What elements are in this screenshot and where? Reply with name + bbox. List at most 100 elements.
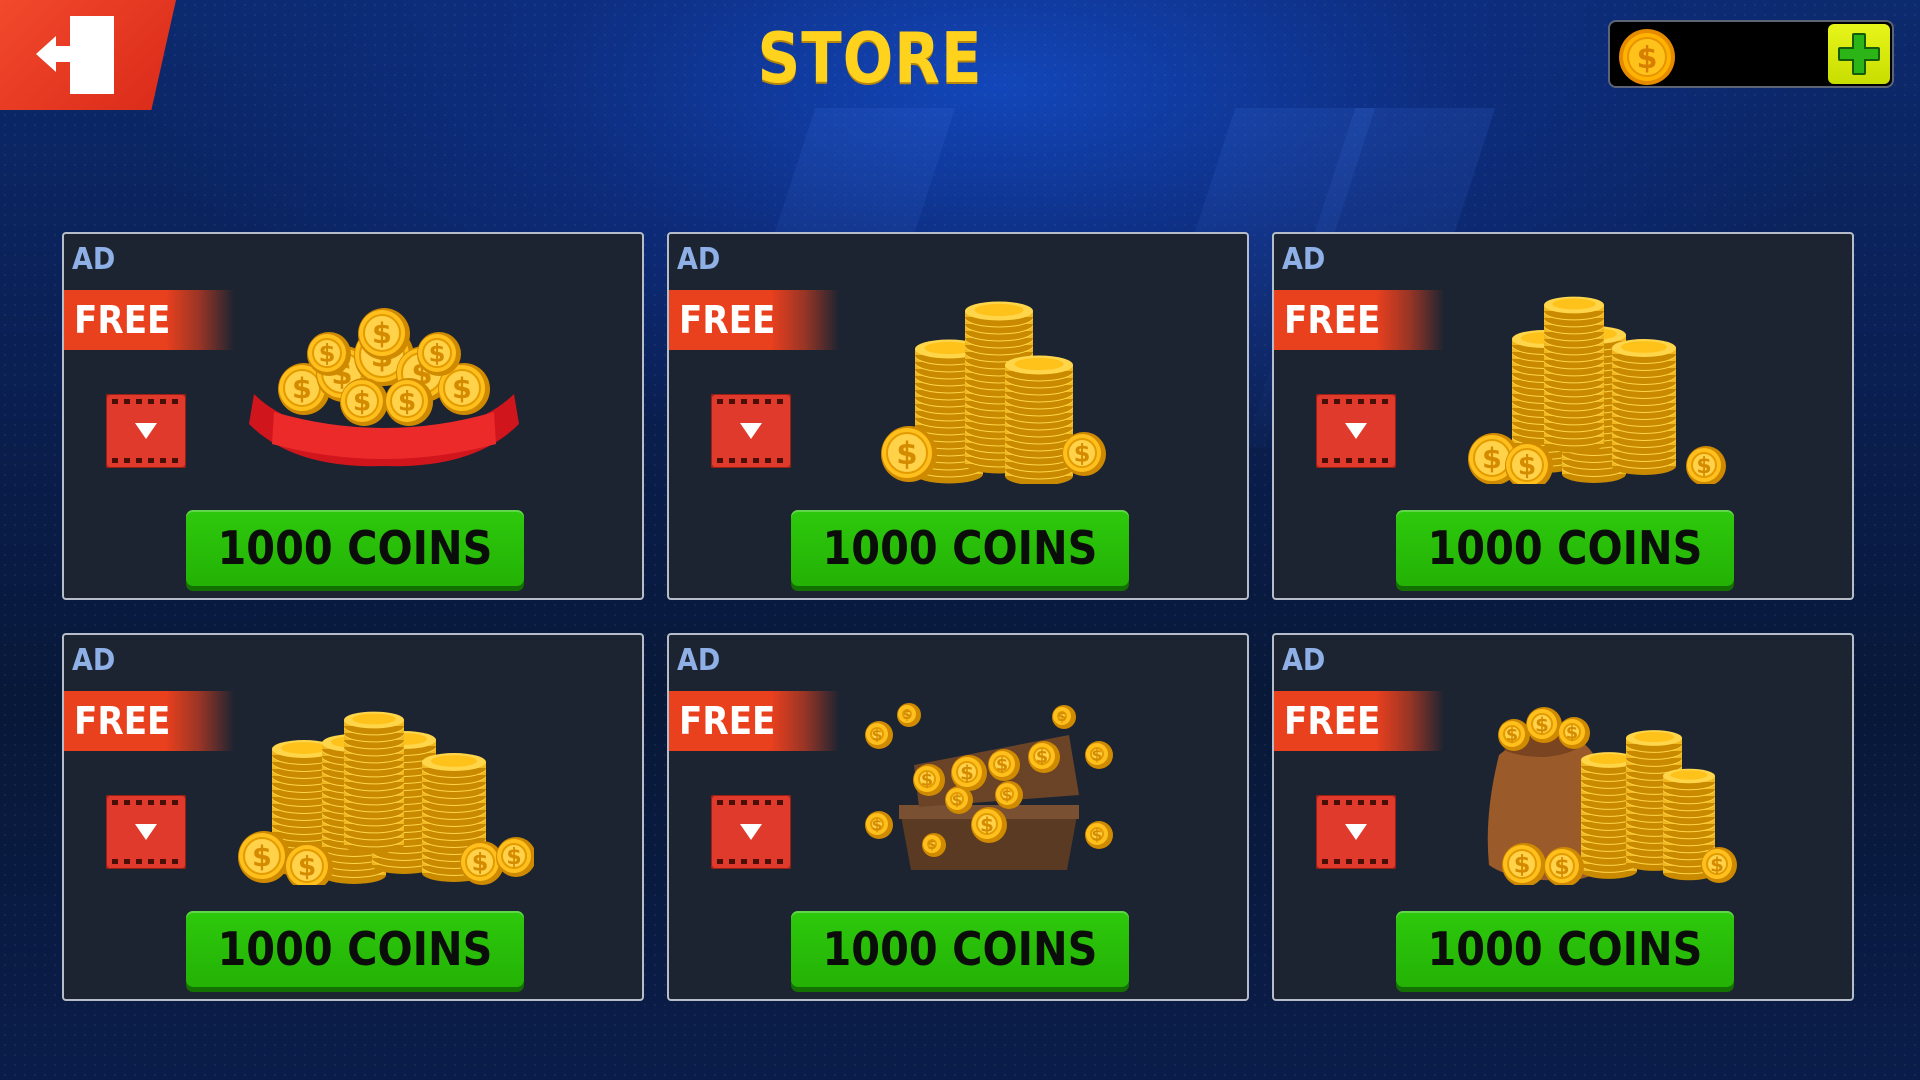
coin-stack xyxy=(1612,339,1676,475)
svg-text:$: $ xyxy=(1696,454,1711,479)
coin: $ xyxy=(865,721,893,749)
video-play-icon[interactable] xyxy=(711,795,791,869)
exit-door-icon xyxy=(36,16,114,94)
coin: $ xyxy=(1498,719,1530,751)
svg-text:$: $ xyxy=(902,708,911,723)
video-play-icon[interactable] xyxy=(711,394,791,468)
coin: $ xyxy=(1085,821,1113,849)
svg-text:$: $ xyxy=(1566,724,1578,744)
svg-text:$: $ xyxy=(960,761,974,784)
svg-text:$: $ xyxy=(1514,851,1531,879)
ad-label: AD xyxy=(677,643,721,678)
svg-text:$: $ xyxy=(252,839,272,873)
coin: $ xyxy=(897,703,921,727)
coin-stack xyxy=(1005,355,1073,484)
coin: $ xyxy=(1558,717,1590,749)
offer-card: AD FREE $ $ $ 1000 COINS xyxy=(1272,232,1854,600)
free-badge: FREE xyxy=(64,691,234,751)
coin: $ xyxy=(358,308,410,360)
video-play-icon[interactable] xyxy=(106,394,186,468)
coin-balance: $ xyxy=(1608,20,1894,88)
coin-stacks-illustration: $ $ xyxy=(881,301,1106,484)
svg-text:$: $ xyxy=(1092,826,1103,844)
coin: $ xyxy=(1085,741,1113,769)
svg-text:$: $ xyxy=(429,340,446,368)
page-title: STORE xyxy=(757,18,983,99)
svg-text:$: $ xyxy=(1482,441,1502,475)
coin: $ xyxy=(1028,741,1060,773)
coin: $ xyxy=(307,332,351,376)
svg-text:$: $ xyxy=(353,386,371,417)
add-coins-button[interactable] xyxy=(1828,24,1890,84)
ad-label: AD xyxy=(1282,643,1326,678)
svg-text:$: $ xyxy=(506,845,521,870)
video-play-icon[interactable] xyxy=(1316,394,1396,468)
coin-sack-illustration: $ $ $ $ $ $ xyxy=(1487,707,1737,885)
svg-text:$: $ xyxy=(1710,853,1724,876)
svg-text:$: $ xyxy=(1554,855,1569,880)
svg-text:$: $ xyxy=(1637,41,1658,76)
coin: $ xyxy=(417,332,461,376)
coin: $ xyxy=(1526,707,1562,743)
claim-coins-button[interactable]: 1000 COINS xyxy=(186,510,524,586)
coin: $ xyxy=(385,378,433,426)
svg-text:$: $ xyxy=(472,849,489,877)
claim-coins-button[interactable]: 1000 COINS xyxy=(1396,510,1734,586)
plus-icon xyxy=(1838,33,1880,75)
claim-coins-button[interactable]: 1000 COINS xyxy=(791,911,1129,987)
coin: $ xyxy=(881,426,937,482)
coin: $ xyxy=(1062,432,1106,476)
free-badge-label: FREE xyxy=(1284,699,1381,743)
coin: $ xyxy=(922,833,946,857)
free-badge-label: FREE xyxy=(74,699,171,743)
svg-text:$: $ xyxy=(1057,710,1066,725)
coin-stack xyxy=(1544,296,1604,453)
coins-with-red-ribbon-illustration: $$$$$$$$$$ xyxy=(249,308,519,467)
free-badge-label: FREE xyxy=(74,298,171,342)
coin: $ xyxy=(340,378,388,426)
treasure-chest-illustration: $ $ $ $ $ $ $ $ $ $ $ $ $ $ xyxy=(865,703,1113,870)
video-play-icon[interactable] xyxy=(1316,795,1396,869)
ad-label: AD xyxy=(1282,242,1326,277)
coin: $ xyxy=(1686,446,1726,484)
offer-card: AD FREE $ $ $ $ $ $ $ $ $ $ $ $ $ $ 1000 COINS xyxy=(667,633,1249,1001)
svg-text:$: $ xyxy=(1535,713,1549,736)
claim-coins-button[interactable]: 1000 COINS xyxy=(791,510,1129,586)
coin: $ xyxy=(238,831,290,883)
free-badge: FREE xyxy=(669,691,839,751)
claim-coins-button[interactable]: 1000 COINS xyxy=(1396,911,1734,987)
coin-stacks-large-illustration: $ $ $ xyxy=(1468,296,1726,484)
free-badge-label: FREE xyxy=(679,298,776,342)
free-badge: FREE xyxy=(1274,290,1444,350)
coin: $ xyxy=(945,786,973,814)
offer-card: AD FREE $ $ $ $ 1000 COINS xyxy=(62,633,644,1001)
svg-text:$: $ xyxy=(1092,746,1103,764)
svg-text:$: $ xyxy=(1518,450,1536,481)
svg-text:$: $ xyxy=(1036,748,1048,768)
offer-card: AD FREE $ $ $ $ $ $ 1000 COINS xyxy=(1272,633,1854,1001)
svg-text:$: $ xyxy=(921,771,933,791)
svg-text:$: $ xyxy=(872,816,883,834)
svg-text:$: $ xyxy=(1074,440,1091,468)
claim-coins-button[interactable]: 1000 COINS xyxy=(186,911,524,987)
coin: $ xyxy=(995,781,1023,809)
svg-text:$: $ xyxy=(927,838,936,853)
svg-text:$: $ xyxy=(996,756,1008,776)
coin: $ xyxy=(1052,705,1076,729)
coin: $ xyxy=(951,755,987,791)
svg-text:$: $ xyxy=(319,340,336,368)
coin-icon: $ xyxy=(1619,29,1675,85)
svg-text:$: $ xyxy=(1506,726,1518,746)
coin: $ xyxy=(988,749,1020,781)
svg-text:$: $ xyxy=(292,371,312,405)
free-badge: FREE xyxy=(64,290,234,350)
svg-text:$: $ xyxy=(398,386,416,417)
ad-label: AD xyxy=(72,643,116,678)
ad-label: AD xyxy=(677,242,721,277)
coin: $ xyxy=(1502,843,1546,885)
free-badge-label: FREE xyxy=(679,699,776,743)
exit-button[interactable] xyxy=(0,0,176,110)
svg-text:$: $ xyxy=(952,791,963,809)
svg-text:$: $ xyxy=(896,436,917,472)
video-play-icon[interactable] xyxy=(106,795,186,869)
